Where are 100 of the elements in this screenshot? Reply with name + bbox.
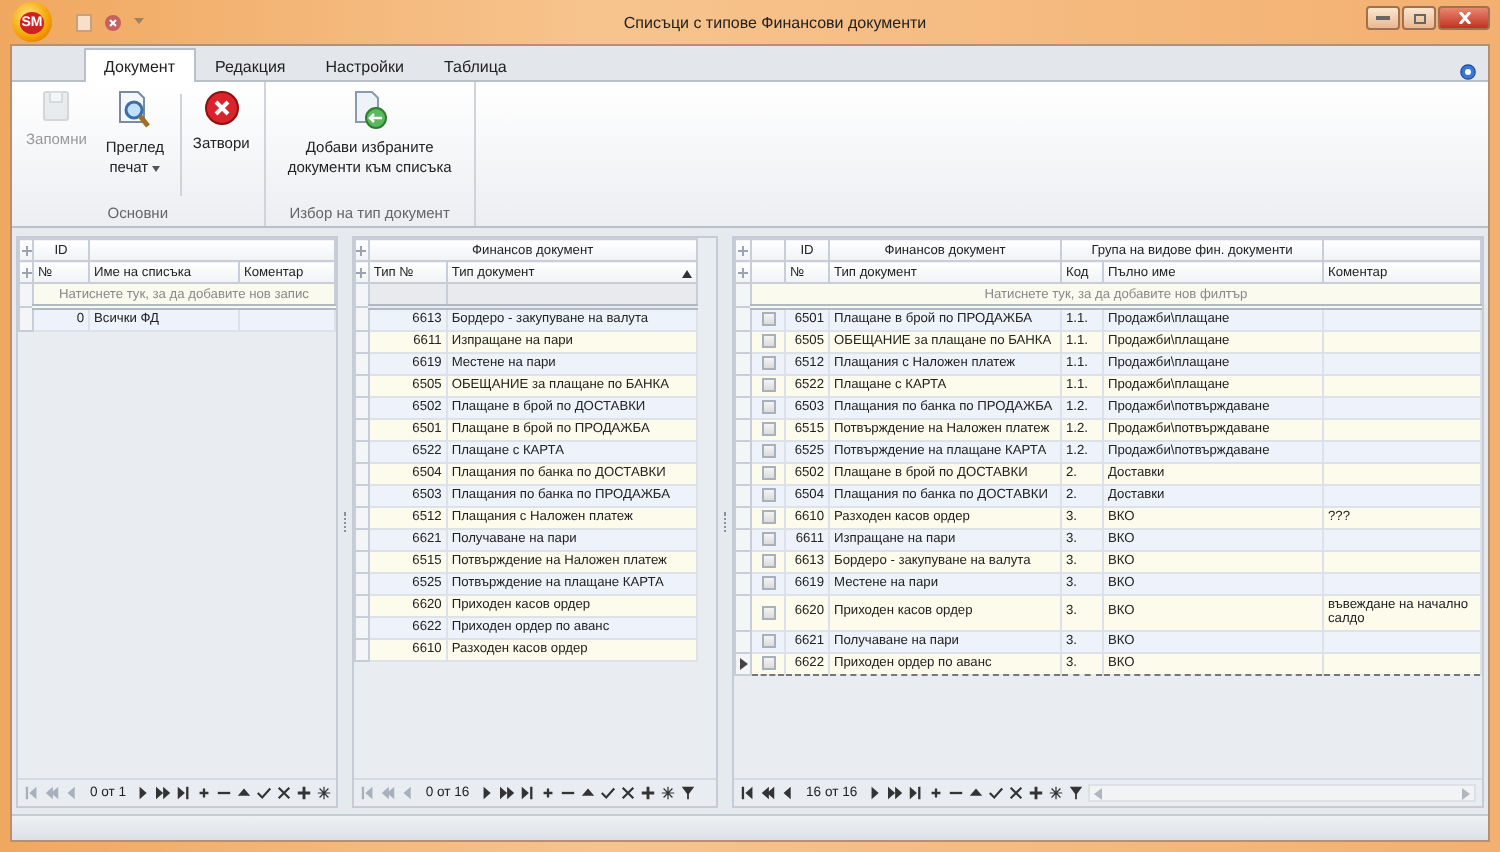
next-page-icon	[156, 784, 173, 802]
plus-button[interactable]	[639, 784, 656, 802]
filter-button[interactable]	[1067, 784, 1084, 802]
checkbox[interactable]	[761, 656, 775, 671]
previous-record-icon	[780, 784, 796, 802]
checkbox[interactable]	[761, 400, 775, 415]
help-icon	[1460, 64, 1476, 80]
checkbox[interactable]	[761, 576, 775, 591]
cancel-button[interactable]	[276, 784, 293, 802]
cancel-icon	[276, 784, 293, 802]
asterisk-icon	[659, 784, 676, 802]
first-record-icon	[24, 784, 40, 802]
document-add-icon	[351, 90, 388, 130]
filter-cell[interactable]	[368, 283, 447, 307]
row-indicator[interactable]	[735, 652, 751, 675]
checkbox[interactable]	[761, 532, 775, 547]
close-button[interactable]	[104, 13, 122, 31]
close-icon	[203, 90, 240, 126]
previous-record-button[interactable]	[780, 784, 796, 802]
plus-icon	[738, 267, 748, 277]
insert-icon	[927, 784, 944, 802]
last-record-icon	[907, 784, 924, 802]
horizontal-scrollbar[interactable]	[1087, 784, 1476, 802]
plus-button[interactable]	[1027, 784, 1044, 802]
checkbox[interactable]	[761, 312, 775, 327]
maximize-button[interactable]	[1402, 6, 1436, 30]
checkmark-icon	[256, 784, 273, 802]
plus-icon	[356, 245, 367, 255]
asterisk-icon	[1047, 784, 1064, 802]
filter-cell[interactable]	[446, 283, 697, 307]
plus-icon	[21, 245, 31, 255]
plus-icon	[356, 267, 367, 277]
ribbon-tab[interactable]: Редакция	[195, 48, 306, 82]
maximize-icon	[1413, 13, 1425, 23]
print-preview-icon	[116, 90, 153, 130]
checkmark-button[interactable]	[987, 784, 1004, 802]
last-record-button[interactable]	[907, 784, 924, 802]
previous-page-icon	[760, 784, 776, 802]
checkbox[interactable]	[761, 466, 775, 481]
previous-page-icon	[44, 784, 60, 802]
filter-icon	[679, 784, 696, 802]
plus-icon	[738, 245, 748, 255]
insert-button[interactable]	[927, 784, 944, 802]
last-record-button[interactable]	[176, 784, 193, 802]
up-button[interactable]	[579, 784, 596, 802]
minimize-icon	[1376, 15, 1390, 21]
cancel-icon	[619, 784, 636, 802]
up-button[interactable]	[236, 784, 253, 802]
up-icon	[967, 784, 984, 802]
next-page-button[interactable]	[156, 784, 173, 802]
scroll-right-icon	[1462, 787, 1470, 799]
checkbox[interactable]	[761, 378, 775, 393]
checkbox[interactable]	[761, 488, 775, 503]
previous-page-button[interactable]	[760, 784, 776, 802]
checkbox[interactable]	[761, 444, 775, 459]
previous-record-icon	[399, 784, 416, 802]
up-icon	[236, 784, 253, 802]
first-record-button[interactable]	[740, 784, 756, 802]
checkmark-button[interactable]	[599, 784, 616, 802]
window-title: Списъци с типове Финансови документи	[621, 13, 929, 31]
asterisk-button[interactable]	[1047, 784, 1064, 802]
plus-button[interactable]	[296, 784, 313, 802]
asterisk-button[interactable]	[659, 784, 676, 802]
ribbon-tab[interactable]: Таблица	[424, 48, 527, 82]
cancel-button[interactable]	[619, 784, 636, 802]
first-record-icon	[359, 784, 376, 802]
next-page-icon	[887, 784, 904, 802]
checkbox[interactable]	[761, 605, 775, 620]
checkbox[interactable]	[761, 334, 775, 349]
close-button[interactable]	[1438, 6, 1490, 30]
checkbox[interactable]	[761, 422, 775, 437]
filter-button[interactable]	[679, 784, 696, 802]
ribbon-tab[interactable]: Настройки	[305, 48, 424, 82]
next-page-icon	[499, 784, 516, 802]
ribbon-tab[interactable]: Документ	[84, 48, 195, 82]
checkmark-button[interactable]	[256, 784, 273, 802]
save-button[interactable]	[76, 13, 92, 31]
checkbox[interactable]	[761, 510, 775, 525]
checkmark-icon	[599, 784, 616, 802]
minimize-button[interactable]	[1366, 6, 1400, 30]
up-button[interactable]	[967, 784, 984, 802]
previous-record-icon	[64, 784, 80, 802]
insert-icon	[196, 784, 213, 802]
cancel-icon	[1007, 784, 1024, 802]
next-page-button[interactable]	[499, 784, 516, 802]
asterisk-button[interactable]	[316, 784, 333, 802]
checkbox[interactable]	[761, 634, 775, 649]
insert-button[interactable]	[539, 784, 556, 802]
first-record-icon	[740, 784, 756, 802]
last-record-button[interactable]	[519, 784, 536, 802]
insert-icon	[539, 784, 556, 802]
cancel-button[interactable]	[1007, 784, 1024, 802]
checkbox[interactable]	[761, 356, 775, 371]
insert-button[interactable]	[196, 784, 213, 802]
next-page-button[interactable]	[887, 784, 904, 802]
checkbox[interactable]	[761, 554, 775, 569]
last-record-icon	[519, 784, 536, 802]
current-row-icon	[739, 657, 747, 670]
customize-button[interactable]	[134, 18, 144, 26]
plus-icon	[639, 784, 656, 802]
